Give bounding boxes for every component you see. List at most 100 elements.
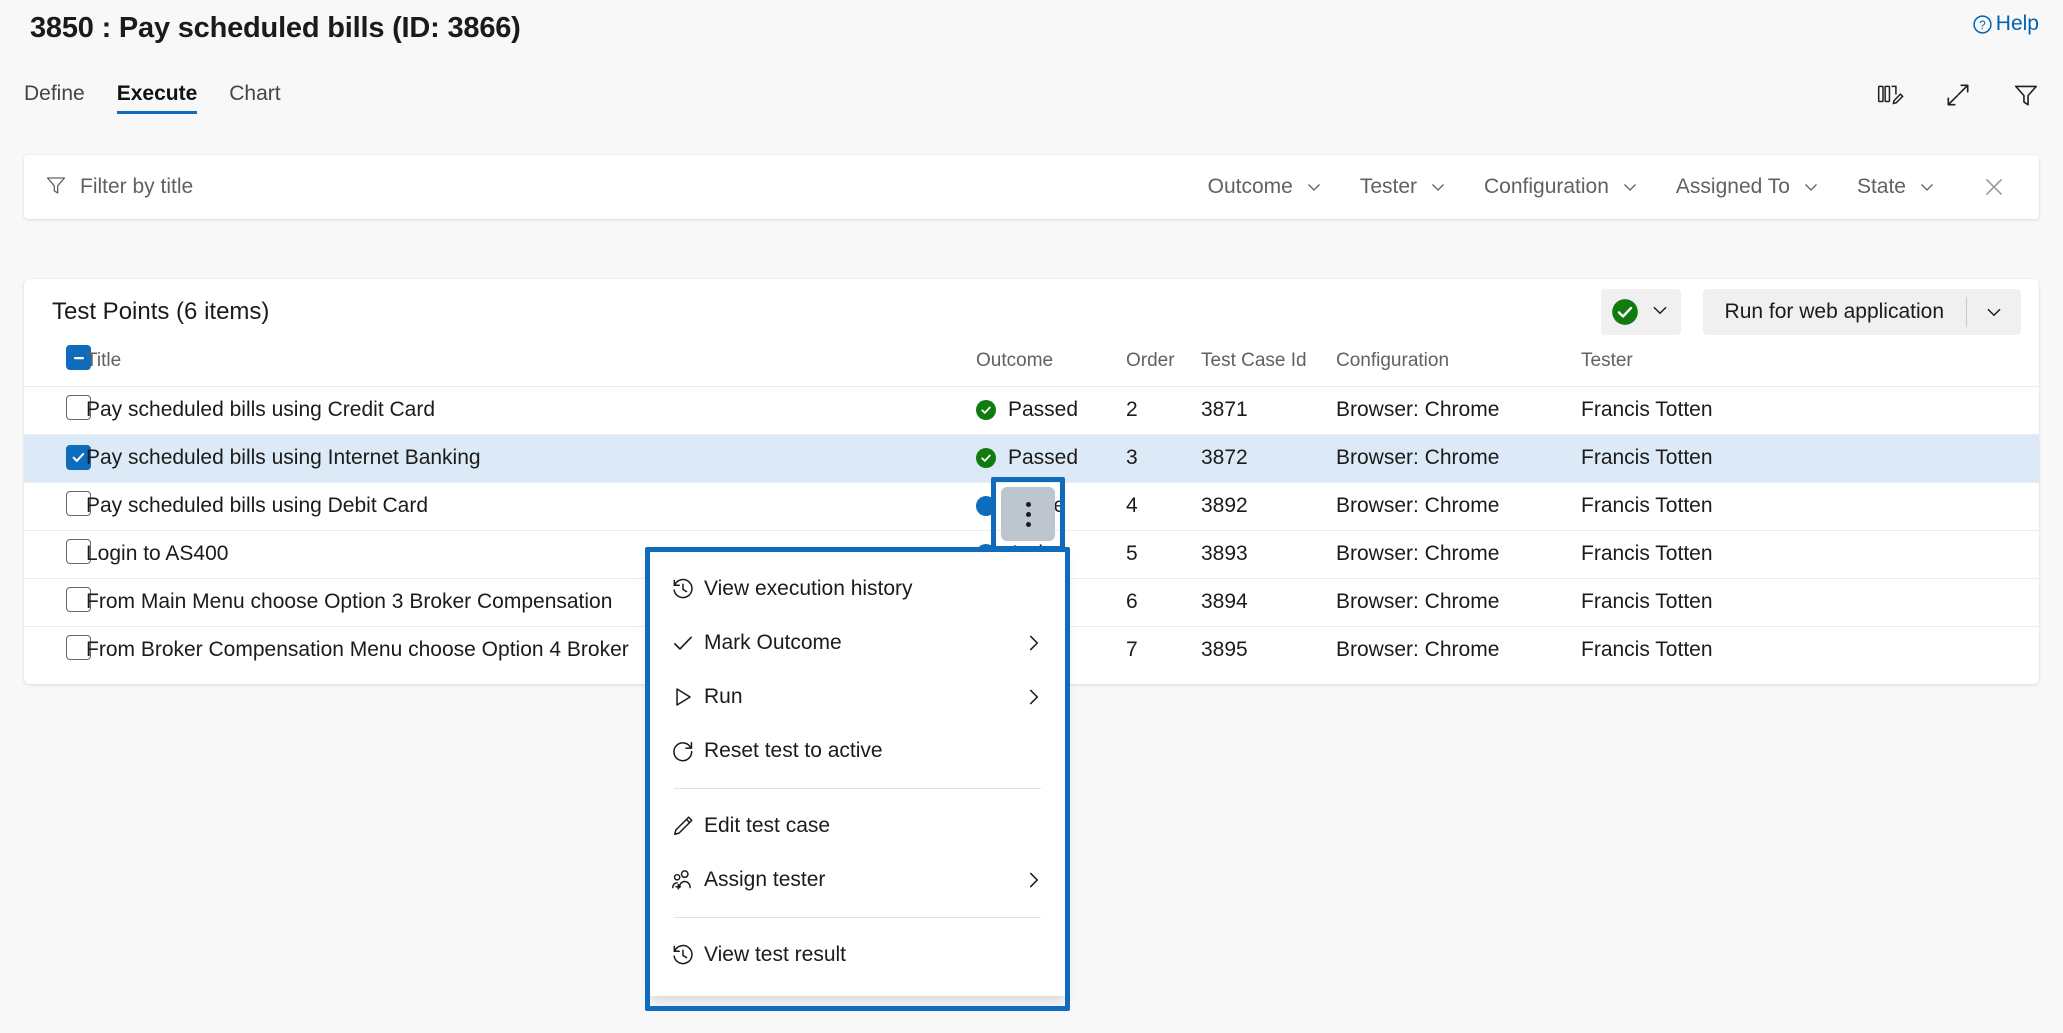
column-header-configuration[interactable]: Configuration <box>1336 345 1581 386</box>
row-outcome-cell: Passed <box>976 434 1126 482</box>
row-outcome: Passed <box>1008 446 1078 470</box>
help-circle-icon: ? <box>1972 14 1993 35</box>
chevron-down-icon <box>1304 177 1324 197</box>
row-test-case-id: 3871 <box>1201 386 1336 434</box>
row-title-cell: Pay scheduled bills using Internet Banki… <box>86 434 976 482</box>
row-title-cell: Pay scheduled bills using Credit Card <box>86 386 976 434</box>
filter-picker-group: Outcome Tester Configuration Assigned To… <box>1190 168 2017 206</box>
row-test-case-id: 3892 <box>1201 482 1336 530</box>
row-outcome: Passed <box>1008 398 1078 422</box>
column-header-outcome[interactable]: Outcome <box>976 345 1126 386</box>
row-title: Pay scheduled bills using Debit Card <box>86 494 976 518</box>
row-order: 3 <box>1126 434 1201 482</box>
row-tester: Francis Totten <box>1581 530 2039 578</box>
row-order: 2 <box>1126 386 1201 434</box>
picker-assigned-to[interactable]: Assigned To <box>1658 169 1839 205</box>
chevron-right-icon <box>1023 632 1045 654</box>
column-header-test-case-id[interactable]: Test Case Id <box>1201 345 1336 386</box>
row-checkbox-cell <box>24 626 86 674</box>
row-configuration: Browser: Chrome <box>1336 434 1581 482</box>
filter-placeholder-text: Filter by title <box>80 175 193 199</box>
run-button-label[interactable]: Run for web application <box>1703 289 1966 335</box>
chevron-right-icon <box>1023 869 1045 891</box>
row-checkbox-cell <box>24 482 86 530</box>
picker-configuration[interactable]: Configuration <box>1466 169 1658 205</box>
table-header-row: Title Outcome Order Test Case Id Configu… <box>24 345 2039 386</box>
picker-state[interactable]: State <box>1839 169 1955 205</box>
row-more-actions-button[interactable] <box>1001 487 1055 541</box>
row-order: 5 <box>1126 530 1201 578</box>
chevron-down-icon <box>1801 177 1821 197</box>
outcome-active-icon <box>976 496 996 516</box>
set-outcome-split-button[interactable] <box>1601 289 1681 335</box>
menu-item-view-test-result[interactable]: View test result <box>650 928 1065 982</box>
more-dot <box>1026 512 1031 517</box>
history-icon <box>670 576 704 602</box>
svg-text:?: ? <box>1979 20 1985 32</box>
help-link[interactable]: ? Help <box>1972 12 2039 36</box>
header-icon-group <box>1875 80 2041 110</box>
outcome-passed-icon <box>976 400 996 420</box>
row-test-case-id: 3893 <box>1201 530 1336 578</box>
row-title: Pay scheduled bills using Internet Banki… <box>86 446 976 470</box>
picker-tester-label: Tester <box>1360 175 1417 199</box>
picker-configuration-label: Configuration <box>1484 175 1609 199</box>
table-row[interactable]: Pay scheduled bills using Internet Banki… <box>24 434 2039 482</box>
run-split-button[interactable]: Run for web application <box>1703 289 2021 335</box>
filter-icon[interactable] <box>2011 80 2041 110</box>
menu-item-reset-test-to-active[interactable]: Reset test to active <box>650 724 1065 778</box>
column-header-order[interactable]: Order <box>1126 345 1201 386</box>
row-configuration: Browser: Chrome <box>1336 578 1581 626</box>
row-checkbox-cell <box>24 578 86 626</box>
menu-item-view-execution-history[interactable]: View execution history <box>650 562 1065 616</box>
tab-list: Define Execute Chart <box>24 78 297 118</box>
menu-item-run[interactable]: Run <box>650 670 1065 724</box>
menu-item-label: View test result <box>704 943 1045 967</box>
row-tester: Francis Totten <box>1581 578 2039 626</box>
play-icon <box>670 684 704 710</box>
filter-title-input[interactable]: Filter by title <box>44 173 1190 202</box>
row-configuration: Browser: Chrome <box>1336 386 1581 434</box>
column-header-title[interactable]: Title <box>86 345 976 386</box>
chevron-down-icon <box>1620 177 1640 197</box>
menu-item-label: Run <box>704 685 1023 709</box>
row-configuration: Browser: Chrome <box>1336 626 1581 674</box>
table-row[interactable]: Pay scheduled bills using Credit Card Pa… <box>24 386 2039 434</box>
row-checkbox-cell <box>24 530 86 578</box>
reset-icon <box>670 738 704 764</box>
picker-outcome[interactable]: Outcome <box>1190 169 1342 205</box>
row-tester: Francis Totten <box>1581 626 2039 674</box>
card-title: Test Points (6 items) <box>52 298 1601 326</box>
menu-separator <box>674 788 1041 789</box>
picker-tester[interactable]: Tester <box>1342 169 1466 205</box>
tab-define[interactable]: Define <box>24 78 101 118</box>
row-tester: Francis Totten <box>1581 482 2039 530</box>
row-tester: Francis Totten <box>1581 386 2039 434</box>
row-configuration: Browser: Chrome <box>1336 530 1581 578</box>
outcome-passed-icon <box>976 448 996 468</box>
menu-item-assign-tester[interactable]: Assign tester <box>650 853 1065 907</box>
pencil-icon <box>670 813 704 839</box>
clear-filters-button[interactable] <box>1955 168 2017 206</box>
tab-execute[interactable]: Execute <box>101 78 214 118</box>
help-label: Help <box>1996 12 2039 36</box>
chevron-down-icon <box>1917 177 1937 197</box>
assign-user-icon <box>670 867 704 893</box>
row-outcome-cell: Passed <box>976 386 1126 434</box>
menu-item-label: Edit test case <box>704 814 1045 838</box>
row-order: 4 <box>1126 482 1201 530</box>
menu-item-mark-outcome[interactable]: Mark Outcome <box>650 616 1065 670</box>
menu-item-label: View execution history <box>704 577 1045 601</box>
filter-bar: Filter by title Outcome Tester Configura… <box>24 155 2039 219</box>
row-checkbox-cell <box>24 434 86 482</box>
expand-icon[interactable] <box>1943 80 1973 110</box>
tab-chart[interactable]: Chart <box>213 78 296 118</box>
check-icon <box>670 630 704 656</box>
picker-outcome-label: Outcome <box>1208 175 1293 199</box>
run-options-chevron-icon[interactable] <box>1967 289 2021 335</box>
more-dot <box>1026 522 1031 527</box>
column-options-icon[interactable] <box>1875 80 1905 110</box>
column-header-tester[interactable]: Tester <box>1581 345 2039 386</box>
menu-item-edit-test-case[interactable]: Edit test case <box>650 799 1065 853</box>
more-dot <box>1026 502 1031 507</box>
